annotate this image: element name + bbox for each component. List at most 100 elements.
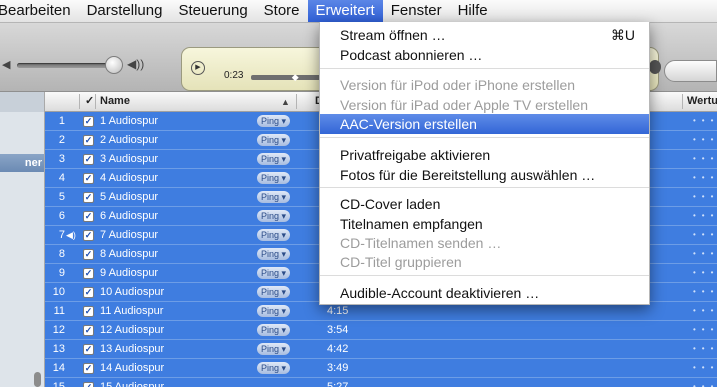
menu-item-fotos-bereitstellung[interactable]: Fotos für die Bereitstellung auswählen …: [320, 165, 649, 185]
menu-item-version-ipod-iphone: Version für iPod oder iPhone erstellen: [320, 75, 649, 95]
track-number: 2: [58, 134, 65, 146]
track-checkbox[interactable]: ✓: [83, 211, 94, 222]
search-field[interactable]: [664, 60, 717, 82]
ping-button[interactable]: Ping ▾: [257, 362, 291, 374]
track-number: 7: [58, 229, 65, 241]
sort-ascending-icon: ▲: [281, 97, 290, 107]
track-checkbox[interactable]: ✓: [83, 192, 94, 203]
rating-dots[interactable]: •••: [693, 150, 717, 168]
track-number: 6: [58, 210, 65, 222]
track-checkbox[interactable]: ✓: [83, 306, 94, 317]
rating-dots[interactable]: •••: [693, 359, 717, 377]
ping-button[interactable]: Ping ▾: [257, 324, 291, 336]
table-row[interactable]: 14 ✓ 14 Audiospur Ping ▾ 3:49 •••: [45, 359, 717, 378]
menu-item-label: CD-Titelnamen senden …: [340, 235, 502, 251]
menu-darstellung[interactable]: Darstellung: [79, 0, 171, 22]
column-separator: [95, 94, 96, 109]
ping-button[interactable]: Ping ▾: [257, 267, 291, 279]
ping-button[interactable]: Ping ▾: [257, 248, 291, 260]
menu-item-aac-version[interactable]: AAC-Version erstellen: [320, 114, 649, 134]
menu-item-audible-deaktivieren[interactable]: Audible-Account deaktivieren …: [320, 283, 649, 303]
rating-dots[interactable]: •••: [693, 378, 717, 387]
track-number: 13: [52, 343, 65, 355]
rating-dots[interactable]: •••: [693, 188, 717, 206]
rating-dots[interactable]: •••: [693, 264, 717, 282]
ping-button[interactable]: Ping ▾: [257, 210, 291, 222]
rating-dots[interactable]: •••: [693, 245, 717, 263]
track-duration: 5:27: [327, 381, 349, 387]
menu-item-label: Stream öffnen …: [340, 27, 446, 43]
menu-store[interactable]: Store: [256, 0, 308, 22]
menu-hilfe[interactable]: Hilfe: [450, 0, 496, 22]
display-mode-icon[interactable]: [649, 60, 661, 74]
erweitert-dropdown-menu: Stream öffnen … ⌘U Podcast abonnieren … Ver…: [319, 22, 650, 305]
ping-button[interactable]: Ping ▾: [257, 153, 291, 165]
track-checkbox[interactable]: ✓: [83, 249, 94, 260]
track-checkbox[interactable]: ✓: [83, 154, 94, 165]
ping-button[interactable]: Ping ▾: [257, 191, 291, 203]
sidebar-item-selected[interactable]: ner: [0, 154, 44, 172]
track-checkbox[interactable]: ✓: [83, 116, 94, 127]
track-checkbox[interactable]: ✓: [83, 363, 94, 374]
ping-button[interactable]: Ping ▾: [257, 305, 291, 317]
column-header-check[interactable]: ✓: [85, 92, 94, 111]
menu-item-shortcut: ⌘U: [610, 27, 635, 43]
rating-dots[interactable]: •••: [693, 112, 717, 130]
ping-button[interactable]: Ping ▾: [257, 172, 291, 184]
track-name: 10 Audiospur: [100, 286, 165, 298]
menu-item-titelnamen-empfangen[interactable]: Titelnamen empfangen: [320, 214, 649, 234]
column-header-name[interactable]: Name: [100, 92, 130, 111]
menu-item-privatfreigabe[interactable]: Privatfreigabe aktivieren: [320, 145, 649, 165]
menu-item-version-ipad-appletv: Version für iPad oder Apple TV erstellen: [320, 95, 649, 115]
rating-dots[interactable]: •••: [693, 207, 717, 225]
track-name: 8 Audiospur: [100, 248, 159, 260]
ping-button[interactable]: Ping ▾: [257, 115, 291, 127]
track-name: 3 Audiospur: [100, 153, 159, 165]
menu-separator: [320, 187, 649, 188]
table-row[interactable]: 13 ✓ 13 Audiospur Ping ▾ 4:42 •••: [45, 340, 717, 359]
track-name: 14 Audiospur: [100, 362, 165, 374]
menu-item-podcast-abonnieren[interactable]: Podcast abonnieren …: [320, 45, 649, 65]
ping-button[interactable]: Ping ▾: [257, 229, 291, 241]
rating-dots[interactable]: •••: [693, 283, 717, 301]
track-checkbox[interactable]: ✓: [83, 344, 94, 355]
ping-button[interactable]: Ping ▾: [257, 286, 291, 298]
track-checkbox[interactable]: ✓: [83, 173, 94, 184]
play-icon[interactable]: ▶: [191, 61, 205, 75]
track-number: 3: [58, 153, 65, 165]
rating-dots[interactable]: •••: [693, 302, 717, 320]
menu-separator: [320, 68, 649, 69]
track-checkbox[interactable]: ✓: [83, 382, 94, 387]
track-number: 11: [53, 305, 65, 317]
menu-item-cd-cover-laden[interactable]: CD-Cover laden: [320, 194, 649, 214]
track-checkbox[interactable]: ✓: [83, 287, 94, 298]
table-row[interactable]: 12 ✓ 12 Audiospur Ping ▾ 3:54 •••: [45, 321, 717, 340]
table-row[interactable]: 15 ✓ 15 Audiospur 5:27 •••: [45, 378, 717, 387]
menu-item-label: Privatfreigabe aktivieren: [340, 147, 491, 163]
menu-item-stream-oeffnen[interactable]: Stream öffnen … ⌘U: [320, 25, 649, 45]
column-header-rating[interactable]: Wertu: [687, 92, 717, 111]
playback-position-knob[interactable]: ◆: [292, 72, 299, 83]
menu-fenster[interactable]: Fenster: [383, 0, 450, 22]
volume-slider-knob[interactable]: [105, 56, 123, 74]
track-checkbox[interactable]: ✓: [83, 135, 94, 146]
rating-dots[interactable]: •••: [693, 340, 717, 358]
track-name: 13 Audiospur: [100, 343, 165, 355]
track-checkbox[interactable]: ✓: [83, 268, 94, 279]
menu-erweitert[interactable]: Erweitert: [307, 0, 383, 22]
ping-button[interactable]: Ping ▾: [257, 343, 291, 355]
ping-button[interactable]: Ping ▾: [257, 134, 291, 146]
track-number: 8: [58, 248, 65, 260]
track-name: 15 Audiospur: [100, 381, 165, 387]
menu-steuerung[interactable]: Steuerung: [170, 0, 255, 22]
track-checkbox[interactable]: ✓: [83, 325, 94, 336]
sidebar-scrollbar[interactable]: [34, 372, 41, 387]
rating-dots[interactable]: •••: [693, 131, 717, 149]
menu-bearbeiten[interactable]: Bearbeiten: [0, 0, 79, 22]
rating-dots[interactable]: •••: [693, 321, 717, 339]
rating-dots[interactable]: •••: [693, 169, 717, 187]
track-checkbox[interactable]: ✓: [83, 230, 94, 241]
menu-item-label: CD-Titel gruppieren: [340, 254, 462, 270]
rating-dots[interactable]: •••: [693, 226, 717, 244]
column-separator: [296, 94, 297, 109]
